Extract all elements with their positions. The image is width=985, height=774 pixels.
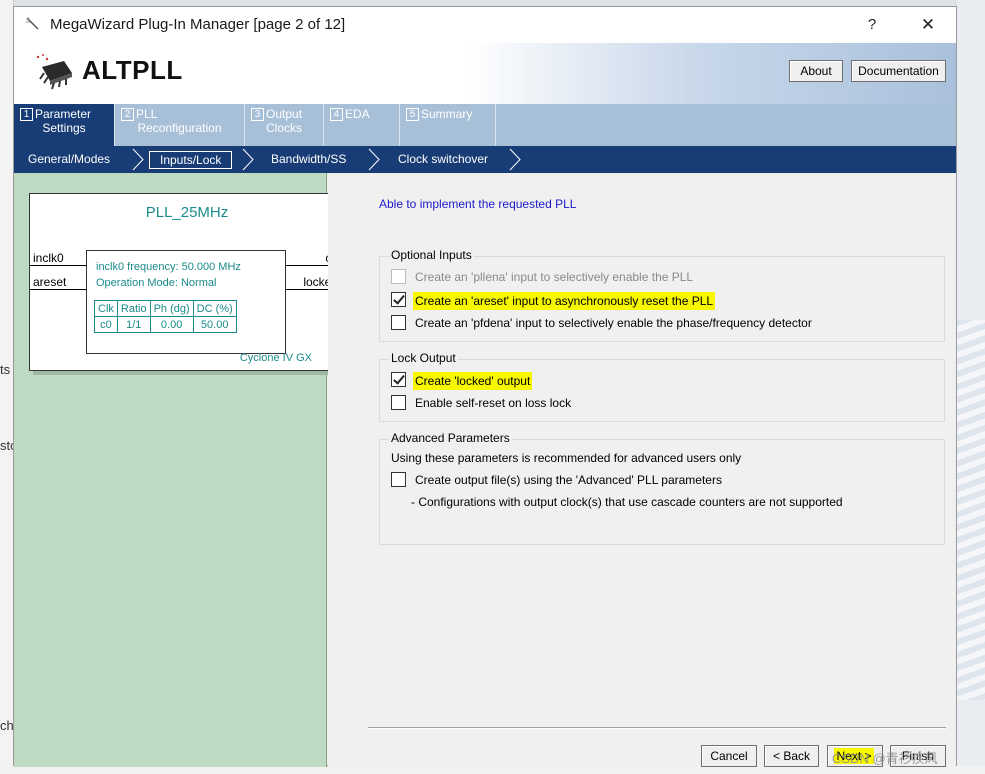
subtab-bandwidth-ss[interactable]: Bandwidth/SS	[271, 151, 346, 169]
clock-table: Clk Ratio Ph (dg) DC (%) c0 1/1 0.00 50.…	[94, 300, 237, 333]
pll-symbol: PLL_25MHz inclk0 areset c0 locked inclk0…	[29, 193, 344, 371]
background-text: ts	[0, 362, 11, 377]
port-areset: areset	[33, 275, 67, 289]
advanced-sub-note: - Configurations with output clock(s) th…	[411, 495, 843, 509]
about-button[interactable]: About	[789, 60, 843, 82]
chevron-right-icon	[242, 148, 254, 171]
background-text: ch	[0, 718, 14, 733]
cancel-button[interactable]: Cancel	[701, 745, 757, 767]
status-message: Able to implement the requested PLL	[379, 197, 577, 211]
lock-output-group: Lock Output Create 'locked' output Enabl…	[379, 351, 945, 422]
pfdena-checkbox[interactable]	[391, 315, 406, 330]
device-family: Cyclone IV GX	[239, 352, 312, 364]
areset-checkbox[interactable]	[391, 292, 406, 307]
documentation-button[interactable]: Documentation	[851, 60, 946, 82]
subtab-inputs-lock[interactable]: Inputs/Lock	[149, 151, 233, 169]
close-button[interactable]: ✕	[912, 13, 944, 37]
tab-pll-reconfiguration[interactable]: 2 PLL Reconfiguration	[115, 104, 245, 146]
tab-number: 2	[121, 108, 134, 121]
tab-number: 3	[251, 108, 264, 121]
advanced-parameters-group: Advanced Parameters Using these paramete…	[379, 431, 945, 545]
symbol-preview-pane: PLL_25MHz inclk0 areset c0 locked inclk0…	[14, 173, 344, 767]
group-title: Optional Inputs	[389, 248, 474, 262]
inclk0-frequency: inclk0 frequency: 50.000 MHz	[96, 261, 241, 273]
megawizard-dialog: MegaWizard Plug-In Manager [page 2 of 12…	[13, 6, 957, 767]
optional-inputs-group: Optional Inputs Create an 'pllena' input…	[379, 248, 945, 342]
page-tabs: 1 Parameter Settings 2 PLL Reconfiguration…	[14, 104, 956, 146]
settings-pane: Able to implement the requested PLL Opti…	[328, 173, 956, 767]
tab-parameter-settings[interactable]: 1 Parameter Settings	[14, 104, 115, 146]
pllena-checkbox[interactable]	[391, 269, 406, 284]
table-row: c0 1/1 0.00 50.00	[94, 316, 237, 333]
megafunction-chip-icon	[34, 53, 76, 91]
self-reset-checkbox[interactable]	[391, 395, 406, 410]
sub-tabs: General/Modes Inputs/Lock Bandwidth/SS C…	[14, 146, 956, 173]
port-inclk0: inclk0	[33, 251, 64, 265]
tab-number: 1	[20, 108, 33, 121]
footer-separator	[368, 727, 946, 729]
operation-mode: Operation Mode: Normal	[96, 277, 217, 289]
tab-summary[interactable]: 5 Summary	[400, 104, 496, 146]
group-title: Lock Output	[389, 351, 458, 365]
banner: ALTPLL About Documentation	[14, 43, 956, 104]
advanced-note: Using these parameters is recommended fo…	[391, 451, 742, 465]
product-title: ALTPLL	[82, 55, 183, 85]
subtab-clock-switchover[interactable]: Clock switchover	[398, 151, 488, 169]
background-strip	[0, 766, 985, 774]
back-button[interactable]: < Back	[764, 745, 819, 767]
locked-output-checkbox[interactable]	[391, 372, 406, 387]
advanced-params-checkbox[interactable]	[391, 472, 406, 487]
subtab-general-modes[interactable]: General/Modes	[28, 151, 110, 169]
instance-name: PLL_25MHz	[145, 204, 229, 221]
watermark: CSDN @青衫疾风	[832, 751, 938, 766]
chevron-right-icon	[132, 148, 144, 171]
pll-block: inclk0 frequency: 50.000 MHz Operation M…	[86, 250, 286, 354]
group-title: Advanced Parameters	[389, 431, 512, 445]
help-button[interactable]: ?	[858, 13, 886, 37]
tab-number: 5	[406, 108, 419, 121]
wizard-wand-icon	[25, 16, 43, 34]
chevron-right-icon	[368, 148, 380, 171]
background-window-fragment: ts sto ch	[0, 0, 17, 774]
tab-number: 4	[330, 108, 343, 121]
chevron-right-icon	[509, 148, 521, 171]
title-bar: MegaWizard Plug-In Manager [page 2 of 12…	[14, 7, 956, 43]
window-title: MegaWizard Plug-In Manager [page 2 of 12…	[50, 16, 346, 33]
background-desktop	[957, 0, 985, 774]
tab-output-clocks[interactable]: 3 Output Clocks	[245, 104, 324, 146]
tab-eda[interactable]: 4 EDA	[324, 104, 400, 146]
